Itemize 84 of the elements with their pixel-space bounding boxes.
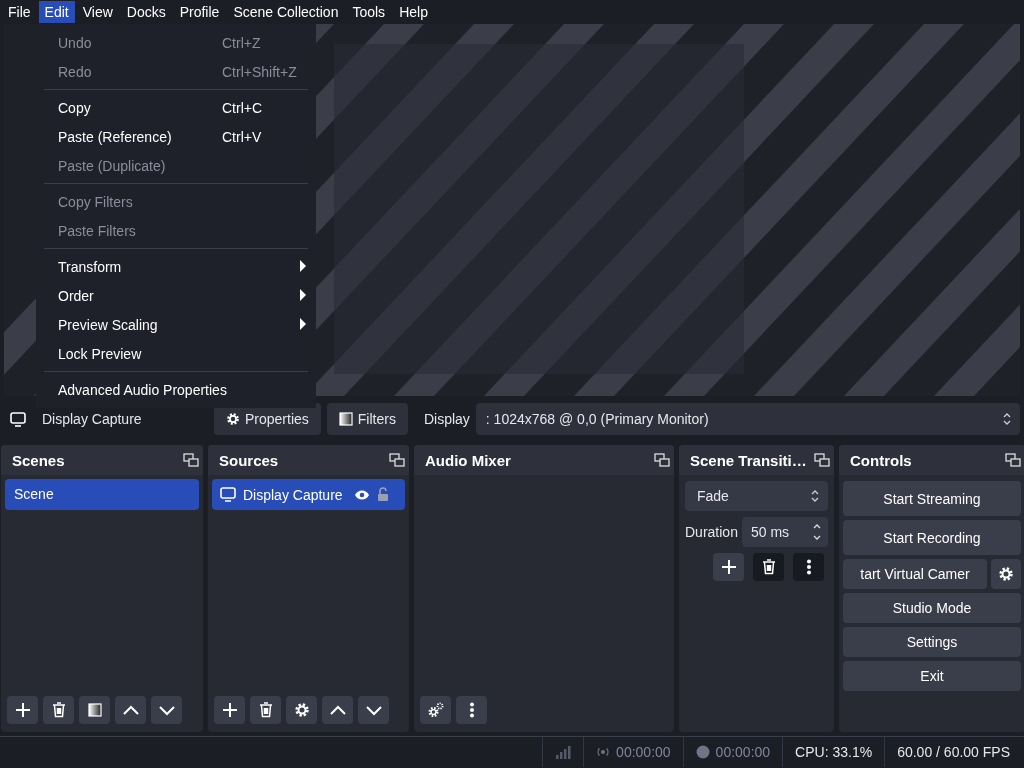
control-button[interactable]: Start Streaming xyxy=(843,481,1021,516)
spin-arrows-icon xyxy=(810,488,820,504)
transition-dropdown[interactable]: Fade xyxy=(685,481,828,511)
move-up-button[interactable] xyxy=(322,696,353,724)
settings-button[interactable] xyxy=(991,559,1021,589)
more-button[interactable] xyxy=(456,696,487,724)
scene-item[interactable]: Scene xyxy=(5,479,199,510)
add-button[interactable] xyxy=(7,696,38,724)
menu-item[interactable]: Order xyxy=(36,281,316,310)
control-button[interactable]: Studio Mode xyxy=(843,593,1021,623)
menu-item[interactable]: Docks xyxy=(120,1,172,23)
filters-button[interactable]: Filters xyxy=(326,403,408,435)
undock-icon[interactable] xyxy=(1005,453,1021,467)
source-item[interactable]: Display Capture xyxy=(212,479,405,510)
undock-icon[interactable] xyxy=(183,453,199,467)
gear-icon xyxy=(998,566,1014,582)
move-down-button[interactable] xyxy=(358,696,389,724)
fps-reading: 60.00 / 60.00 FPS xyxy=(897,744,1010,760)
monitor-icon xyxy=(10,411,26,427)
plus-icon xyxy=(221,702,238,718)
plus-icon xyxy=(14,702,31,718)
gears-icon xyxy=(427,702,444,718)
menu-item[interactable]: Copy Ctrl+C xyxy=(36,93,316,122)
undock-icon[interactable] xyxy=(654,453,670,467)
eye-icon[interactable] xyxy=(353,488,370,501)
add-button[interactable] xyxy=(713,553,744,581)
dock-title: Scenes xyxy=(12,451,65,469)
duration-field[interactable]: 50 ms xyxy=(741,517,828,547)
move-up-button[interactable] xyxy=(115,696,146,724)
broadcast-icon xyxy=(596,746,611,758)
advanced-settings-button[interactable] xyxy=(420,696,451,724)
gear-icon xyxy=(293,702,310,718)
spin-arrows-icon xyxy=(812,522,822,542)
remove-button[interactable] xyxy=(753,553,784,581)
monitor-icon xyxy=(220,487,236,502)
menu-item[interactable]: Help xyxy=(393,1,434,23)
properties-button[interactable] xyxy=(286,696,317,724)
display-dropdown[interactable]: : 1024x768 @ 0,0 (Primary Monitor) xyxy=(475,403,1020,435)
control-button[interactable]: Exit xyxy=(843,661,1021,691)
dock-title: Audio Mixer xyxy=(425,451,511,469)
spin-arrows-icon xyxy=(1002,411,1012,427)
source-label: Display Capture xyxy=(243,486,343,503)
dock-title: Controls xyxy=(850,451,912,469)
menu-item[interactable]: File xyxy=(2,1,37,23)
plus-icon xyxy=(720,559,737,575)
undock-icon[interactable] xyxy=(814,453,830,467)
cpu-usage: CPU: 33.1% xyxy=(795,744,873,760)
add-button[interactable] xyxy=(214,696,245,724)
more-button[interactable] xyxy=(793,553,824,581)
menu-item[interactable]: Preview Scaling xyxy=(36,310,316,339)
move-down-button[interactable] xyxy=(151,696,182,724)
menu-item[interactable]: Transform xyxy=(36,252,316,281)
unlocked-lock-icon[interactable] xyxy=(376,487,389,502)
trash-icon xyxy=(257,702,274,718)
control-button[interactable]: Start Recording xyxy=(843,520,1021,555)
control-button[interactable]: Settings xyxy=(843,627,1021,657)
display-label: Display xyxy=(423,411,470,427)
filter-icon xyxy=(86,702,103,718)
dock-title: Scene Transiti… xyxy=(690,451,807,469)
menu-item[interactable]: Edit xyxy=(38,1,75,23)
undock-icon[interactable] xyxy=(389,453,405,467)
menu-item[interactable]: Tools xyxy=(346,1,392,23)
dock-title: Sources xyxy=(219,451,279,469)
source-name: Display Capture xyxy=(42,411,143,427)
filters-button[interactable] xyxy=(79,696,110,724)
filter-icon xyxy=(338,412,353,426)
more-icon xyxy=(805,559,812,575)
menu-item[interactable]: Paste (Reference) Ctrl+V xyxy=(36,122,316,151)
menu-item[interactable]: Advanced Audio Properties xyxy=(36,375,316,404)
record-time: 00:00:00 xyxy=(715,744,771,760)
gear-icon xyxy=(226,412,240,426)
remove-button[interactable] xyxy=(43,696,74,724)
trash-icon xyxy=(50,702,67,718)
menu-item[interactable]: Scene Collection xyxy=(227,1,345,23)
remove-button[interactable] xyxy=(250,696,281,724)
record-icon xyxy=(695,745,710,759)
control-button[interactable]: tart Virtual Camer xyxy=(843,559,987,589)
trash-icon xyxy=(761,559,776,575)
signal-bars-icon xyxy=(555,745,572,759)
menu-item[interactable]: View xyxy=(76,1,119,23)
duration-label: Duration xyxy=(685,524,738,540)
menu-item[interactable]: Profile xyxy=(173,1,226,23)
stream-time: 00:00:00 xyxy=(616,744,671,760)
menu-item[interactable]: Lock Preview xyxy=(36,339,316,368)
